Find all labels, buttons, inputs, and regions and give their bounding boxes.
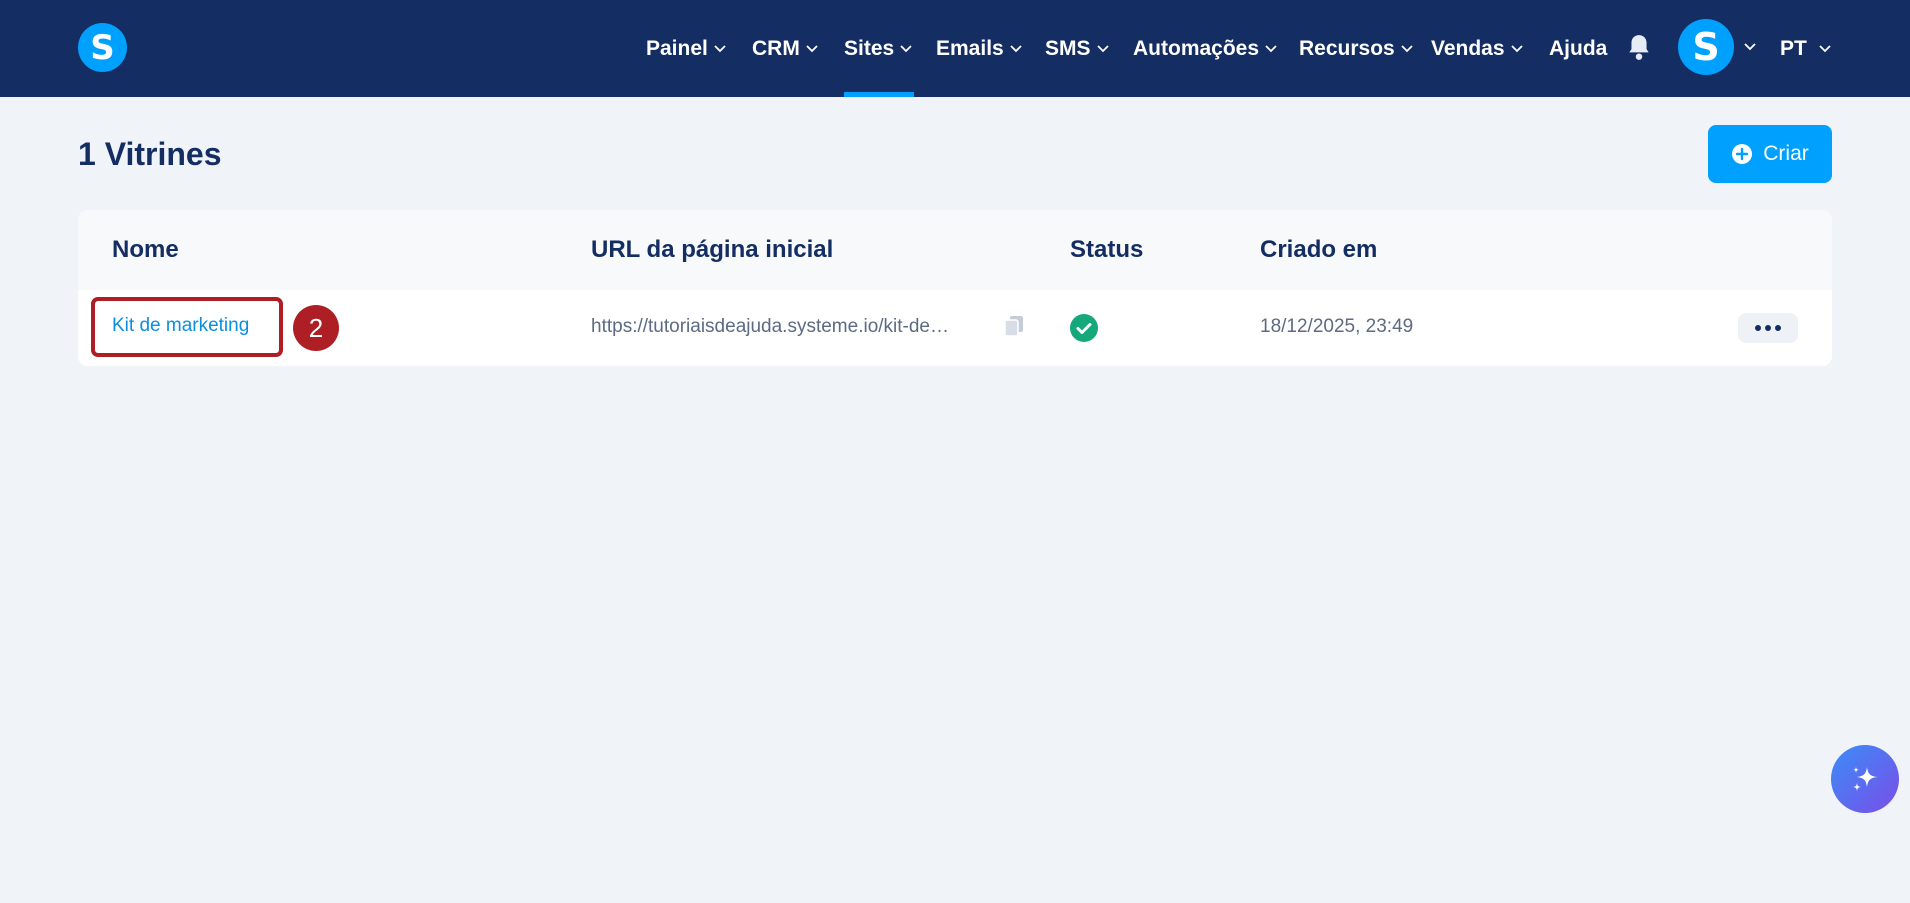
nav-item-sms[interactable]: SMS (1045, 0, 1109, 97)
table-header: Nome URL da página inicial Status Criado… (78, 210, 1832, 290)
storefronts-table: Nome URL da página inicial Status Criado… (78, 210, 1832, 366)
plus-circle-icon (1732, 144, 1753, 164)
homepage-url: https://tutoriaisdeajuda.systeme.io/kit-… (591, 316, 950, 337)
nav-item-vendas[interactable]: Vendas (1431, 0, 1523, 97)
logo-letter: S (90, 27, 115, 68)
column-header-created: Criado em (1260, 236, 1378, 263)
language-label: PT (1780, 36, 1807, 60)
chevron-down-icon (900, 44, 912, 52)
avatar-letter: S (1692, 25, 1720, 69)
nav-item-painel[interactable]: Painel (646, 0, 726, 97)
nav-item-crm[interactable]: CRM (752, 0, 818, 97)
language-selector[interactable]: PT (1780, 0, 1831, 97)
chevron-down-icon (1265, 44, 1277, 52)
annotation-step-badge: 2 (293, 305, 339, 351)
more-dot (1765, 325, 1771, 331)
copy-icon[interactable] (1003, 314, 1025, 338)
bell-icon[interactable] (1626, 33, 1652, 61)
nav-item-emails[interactable]: Emails (936, 0, 1022, 97)
nav-item-automacoes[interactable]: Automações (1133, 0, 1277, 97)
active-nav-indicator (844, 92, 914, 97)
top-navigation-bar: S Painel CRM Sites Emails SMS Automações… (0, 0, 1910, 97)
row-actions-button[interactable] (1738, 313, 1798, 343)
annotation-highlight (91, 297, 283, 357)
nav-item-ajuda[interactable]: Ajuda (1549, 0, 1607, 97)
column-header-url: URL da página inicial (591, 236, 834, 263)
systeme-logo[interactable]: S (78, 23, 127, 72)
column-header-status: Status (1070, 236, 1144, 263)
nav-label: Painel (646, 36, 708, 60)
create-button-label: Criar (1763, 142, 1809, 165)
nav-label: Emails (936, 36, 1004, 60)
nav-label: Sites (844, 36, 895, 60)
chevron-down-icon (1401, 44, 1413, 52)
more-dot (1775, 325, 1781, 331)
nav-label: CRM (752, 36, 800, 60)
nav-label: Automações (1133, 36, 1260, 60)
sparkles-icon (1853, 767, 1877, 791)
nav-label: Recursos (1299, 36, 1395, 60)
chevron-down-icon (1819, 44, 1831, 52)
chevron-down-icon (714, 44, 726, 52)
chevron-down-icon (1010, 44, 1022, 52)
chevron-down-icon (1096, 44, 1109, 52)
table-row: Kit de marketing 2 https://tutoriaisdeaj… (78, 290, 1832, 366)
nav-label: SMS (1045, 36, 1091, 60)
chevron-down-icon[interactable] (1744, 43, 1756, 51)
column-header-name: Nome (112, 236, 179, 263)
created-date: 18/12/2025, 23:49 (1260, 316, 1414, 337)
page-title: 1 Vitrines (78, 136, 222, 172)
nav-label: Ajuda (1549, 36, 1608, 60)
user-avatar[interactable]: S (1678, 19, 1734, 75)
nav-label: Vendas (1431, 36, 1505, 60)
chevron-down-icon (806, 44, 818, 52)
nav-item-sites[interactable]: Sites (844, 0, 912, 97)
status-active-check-icon (1070, 314, 1098, 342)
chevron-down-icon (1510, 44, 1523, 52)
nav-item-recursos[interactable]: Recursos (1299, 0, 1413, 97)
ai-assistant-button[interactable] (1831, 745, 1899, 813)
more-dot (1755, 325, 1761, 331)
create-button[interactable]: Criar (1708, 125, 1832, 183)
